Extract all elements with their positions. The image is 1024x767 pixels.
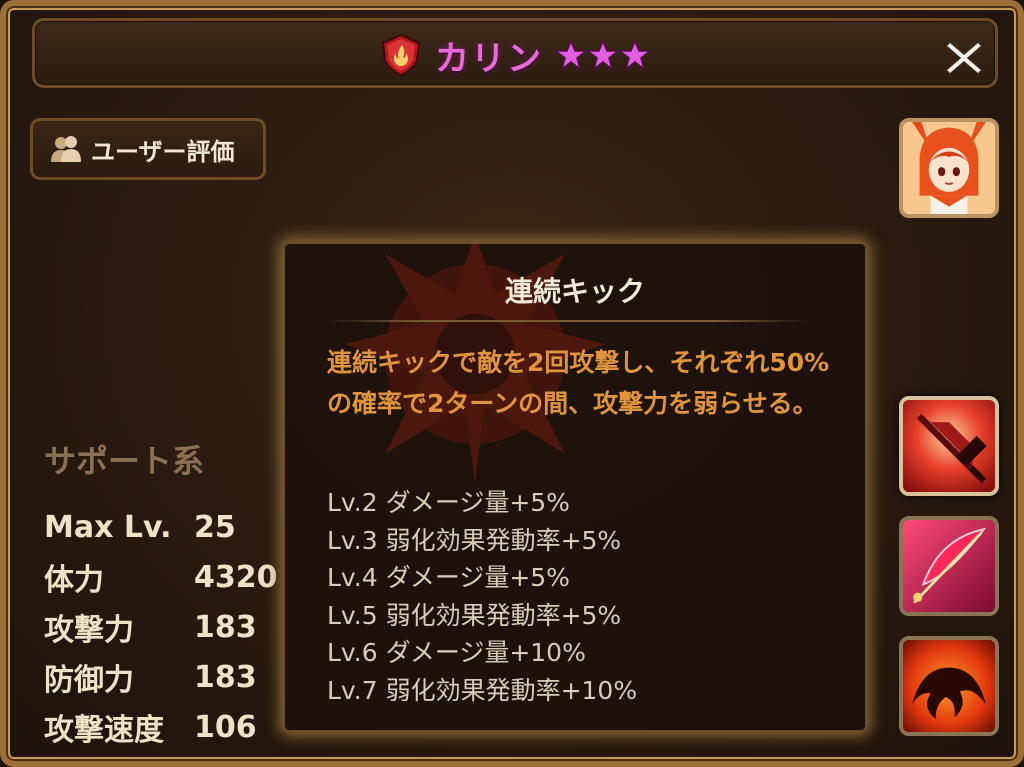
stat-label: Max Lv. [44,509,172,545]
skill-1-icon[interactable] [899,396,999,496]
skill-3-icon[interactable] [899,636,999,736]
skill-name: 連続キック [504,275,645,308]
stat-value: 106 [194,709,257,745]
fire-element-icon [381,33,421,77]
stat-label: 体力 [44,563,104,598]
monster-portrait-image [903,122,995,214]
stat-value: 183 [194,659,257,695]
level-bonus: Lv.5 弱化効果発動率+5% [327,600,622,630]
users-icon [51,136,81,162]
title-group: カリン [35,33,995,79]
close-icon[interactable] [940,34,988,82]
sword-cross-icon [903,400,995,492]
stat-row-hp: 体力 4320 [44,552,304,602]
stat-row-speed: 攻撃速度 106 [44,702,304,752]
stat-row-attack: 攻撃力 183 [44,602,304,652]
user-rating-label: ユーザー評価 [91,137,235,166]
level-bonus: Lv.4 ダメージ量+5% [327,563,570,592]
title-bar: カリン [32,18,998,88]
feather-icon [903,520,995,612]
level-bonus: Lv.2 ダメージ量+5% [327,488,570,517]
skill-description: 連続キックで敵を2回攻撃し、それぞれ50%の確率で2ターンの間、攻撃力を弱らせる… [327,348,830,418]
monster-portrait[interactable] [899,118,999,218]
star-icon [619,39,651,71]
skill-2-icon[interactable] [899,516,999,616]
level-bonus: Lv.7 弱化効果発動率+10% [327,675,638,705]
monster-name: カリン [435,38,543,79]
skill-level-list: Lv.2 ダメージ量+5% Lv.3 弱化効果発動率+5% Lv.4 ダメージ量… [327,484,847,709]
stat-value: 183 [194,609,257,645]
skill-tooltip: 連続キック 連続キックで敵を2回攻撃し、それぞれ50%の確率で2ターンの間、攻撃… [283,242,867,732]
star-rating [555,39,651,71]
stats-panel: サポート系 Max Lv. 25 体力 4320 攻撃力 183 防御力 183… [44,436,304,752]
level-bonus: Lv.3 弱化効果発動率+5% [327,525,622,555]
stat-label: 防御力 [44,663,134,698]
stat-label: 攻撃力 [44,613,134,648]
stat-label: 攻撃速度 [44,713,164,748]
divider [325,320,811,322]
stat-row-defense: 防御力 183 [44,652,304,702]
user-rating-button[interactable]: ユーザー評価 [30,118,266,180]
level-bonus: Lv.6 ダメージ量+10% [327,638,586,667]
stat-value: 25 [194,509,236,545]
monster-type: サポート系 [44,442,205,480]
stat-value: 4320 [194,559,278,595]
star-icon [555,39,587,71]
stat-row-max-level: Max Lv. 25 [44,502,304,552]
star-icon [587,39,619,71]
flame-icon [903,640,995,732]
